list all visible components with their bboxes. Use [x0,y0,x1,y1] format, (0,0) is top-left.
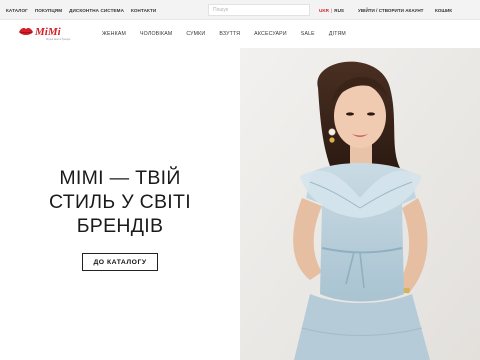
nav-women[interactable]: ЖЕНКАМ [102,31,126,37]
top-link-contacts[interactable]: КОНТАКТИ [131,8,156,13]
logo[interactable]: MiMi Модні жіночі бренди [18,24,78,44]
lang-rus[interactable]: RUS [334,8,344,13]
top-link-catalog[interactable]: КАТАЛОГ [6,8,28,13]
lips-logo-icon: MiMi [19,26,62,38]
main-nav: ЖЕНКАМ ЧОЛОВІКАМ СУМКИ ВЗУТТЯ АКСЕСУАРИ … [102,20,346,48]
nav-shoes[interactable]: ВЗУТТЯ [219,31,240,37]
logo-tagline: Модні жіночі бренди [46,38,71,41]
hero-title-line: СТИЛЬ У СВІТІ [49,191,191,213]
cart-link[interactable]: КОШИК [435,0,452,20]
nav-bags[interactable]: СУМКИ [186,31,205,37]
hero-title-line: БРЕНДІВ [76,215,164,237]
nav-men[interactable]: ЧОЛОВІКАМ [140,31,172,37]
top-link-buyers[interactable]: ПОКУПЦЯМ [35,8,62,13]
top-link-discount[interactable]: ДИСКОНТНА СИСТЕМА [69,8,124,13]
top-utility-bar: КАТАЛОГ ПОКУПЦЯМ ДИСКОНТНА СИСТЕМА КОНТА… [0,0,480,20]
model-illustration [240,48,480,360]
to-catalog-button[interactable]: ДО КАТАЛОГУ [82,253,158,271]
lang-separator: | [330,7,333,13]
main-header: MiMi Модні жіночі бренди ЖЕНКАМ ЧОЛОВІКА… [0,20,480,48]
top-links: КАТАЛОГ ПОКУПЦЯМ ДИСКОНТНА СИСТЕМА КОНТА… [6,0,156,20]
search-box [208,4,310,16]
search-input[interactable] [213,5,309,15]
language-switcher: UKR | RUS [319,0,344,20]
hero-title-line: MIMI — ТВІЙ [59,167,181,189]
nav-sale[interactable]: SALE [301,31,315,37]
lang-ukr[interactable]: UKR [319,8,329,13]
nav-kids[interactable]: ДІТЯМ [329,31,346,37]
svg-text:MiMi: MiMi [34,26,62,38]
login-link[interactable]: УВІЙТИ / СТВОРИТИ АКАУНТ [358,0,423,20]
hero-text-panel: MIMI — ТВІЙ СТИЛЬ У СВІТІ БРЕНДІВ ДО КАТ… [0,48,240,360]
nav-accessories[interactable]: АКСЕСУАРИ [254,31,287,37]
hero-model-photo[interactable] [240,48,480,360]
hero-title: MIMI — ТВІЙ СТИЛЬ У СВІТІ БРЕНДІВ [0,166,240,238]
